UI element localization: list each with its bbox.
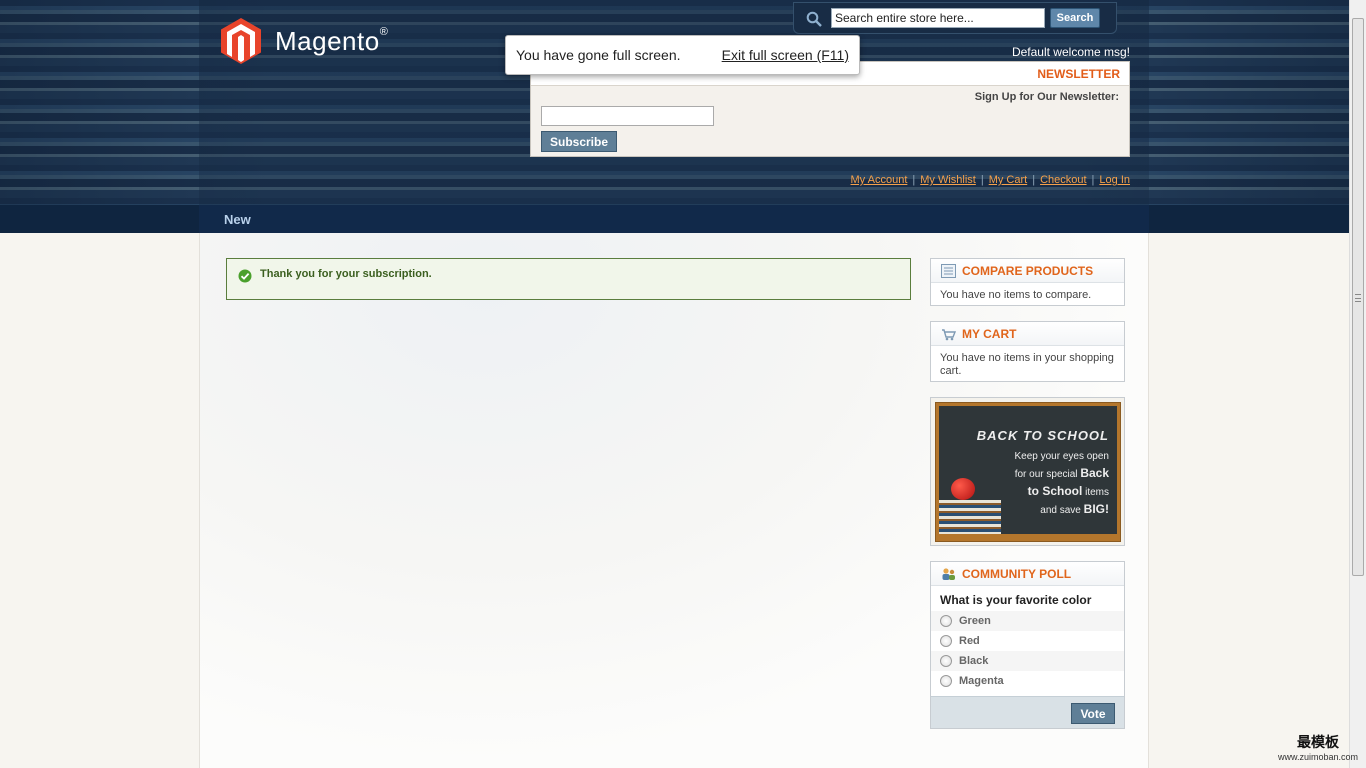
- newsletter-block: NEWSLETTER Sign Up for Our Newsletter: S…: [530, 61, 1130, 157]
- magento-logo-icon: [221, 18, 261, 64]
- my-cart-title: MY CART: [962, 326, 1017, 341]
- my-cart-header: MY CART: [931, 322, 1124, 346]
- poll-option[interactable]: Red: [931, 631, 1124, 651]
- log-in-link[interactable]: Log In: [1099, 174, 1130, 186]
- nav-item-new[interactable]: New: [224, 212, 251, 227]
- cart-icon: [942, 328, 956, 340]
- nav-inner: New: [199, 205, 1149, 233]
- compare-products-header: COMPARE PRODUCTS: [931, 259, 1124, 283]
- watermark-logo-text: 最模板: [1296, 735, 1339, 751]
- apple-image: [951, 478, 975, 500]
- fullscreen-message: You have gone full screen.: [516, 47, 681, 63]
- search-input[interactable]: [831, 8, 1045, 28]
- search-icon: [806, 11, 822, 27]
- books-image: [939, 500, 1001, 534]
- checkout-link[interactable]: Checkout: [1040, 174, 1086, 186]
- vote-button[interactable]: Vote: [1071, 703, 1115, 724]
- subscribe-button[interactable]: Subscribe: [541, 131, 617, 152]
- radio-button[interactable]: [940, 675, 952, 687]
- poll-question: What is your favorite color: [940, 593, 1092, 607]
- exit-fullscreen-link[interactable]: Exit full screen (F11): [722, 47, 849, 63]
- success-message-text: Thank you for your subscription.: [260, 268, 432, 280]
- compare-products-body: You have no items to compare.: [940, 289, 1092, 301]
- community-poll-title: COMMUNITY POLL: [962, 566, 1072, 581]
- poll-option[interactable]: Black: [931, 651, 1124, 671]
- back-to-school-banner[interactable]: BACK TO SCHOOL Keep your eyes open for o…: [930, 397, 1125, 546]
- compare-products-title: COMPARE PRODUCTS: [962, 263, 1094, 278]
- radio-button[interactable]: [940, 655, 952, 667]
- search-bar: Search: [793, 2, 1117, 34]
- community-poll-block: COMMUNITY POLL What is your favorite col…: [930, 561, 1125, 729]
- compare-list-icon: [941, 263, 956, 278]
- vertical-scrollbar[interactable]: [1349, 0, 1366, 768]
- success-message: Thank you for your subscription.: [226, 258, 911, 300]
- header-links: My Account | My Wishlist | My Cart | Checkout |…: [850, 174, 1130, 186]
- poll-options: Green Red Black Magenta: [931, 611, 1124, 691]
- compare-products-block: COMPARE PRODUCTS You have no items to co…: [930, 258, 1125, 306]
- banner-text: Keep your eyes open for our special Back…: [1014, 451, 1109, 516]
- radio-button[interactable]: [940, 635, 952, 647]
- scrollbar-thumb[interactable]: [1352, 18, 1364, 576]
- scrollbar-grip-icon: [1355, 294, 1361, 302]
- welcome-message: Default welcome msg!: [1011, 45, 1130, 59]
- poll-option[interactable]: Green: [931, 611, 1124, 631]
- my-cart-body: You have no items in your shopping cart.: [940, 352, 1114, 377]
- poll-option[interactable]: Magenta: [931, 671, 1124, 691]
- watermark: 最模板 www.zuimoban.com: [1278, 732, 1358, 762]
- banner-title: BACK TO SCHOOL: [976, 428, 1109, 443]
- poll-people-icon: [942, 567, 955, 580]
- chalkboard: BACK TO SCHOOL Keep your eyes open for o…: [939, 406, 1117, 534]
- my-account-link[interactable]: My Account: [851, 174, 908, 186]
- radio-button[interactable]: [940, 615, 952, 627]
- community-poll-header: COMMUNITY POLL: [931, 562, 1124, 586]
- logo-text: Magento®: [275, 25, 389, 56]
- my-cart-link[interactable]: My Cart: [989, 174, 1028, 186]
- search-button[interactable]: Search: [1050, 8, 1100, 28]
- banner-frame: BACK TO SCHOOL Keep your eyes open for o…: [935, 402, 1121, 542]
- newsletter-email-input[interactable]: [541, 106, 714, 126]
- logo[interactable]: Magento®: [221, 18, 388, 64]
- fullscreen-notification: You have gone full screen. Exit full scr…: [505, 35, 860, 75]
- poll-footer: Vote: [931, 696, 1124, 728]
- my-wishlist-link[interactable]: My Wishlist: [920, 174, 976, 186]
- nav-bar: New: [0, 205, 1349, 233]
- my-cart-block: MY CART You have no items in your shoppi…: [930, 321, 1125, 382]
- watermark-url: www.zuimoban.com: [1277, 752, 1358, 762]
- success-check-icon: [238, 269, 252, 283]
- newsletter-label: Sign Up for Our Newsletter:: [974, 91, 1119, 103]
- newsletter-title: NEWSLETTER: [1037, 67, 1120, 81]
